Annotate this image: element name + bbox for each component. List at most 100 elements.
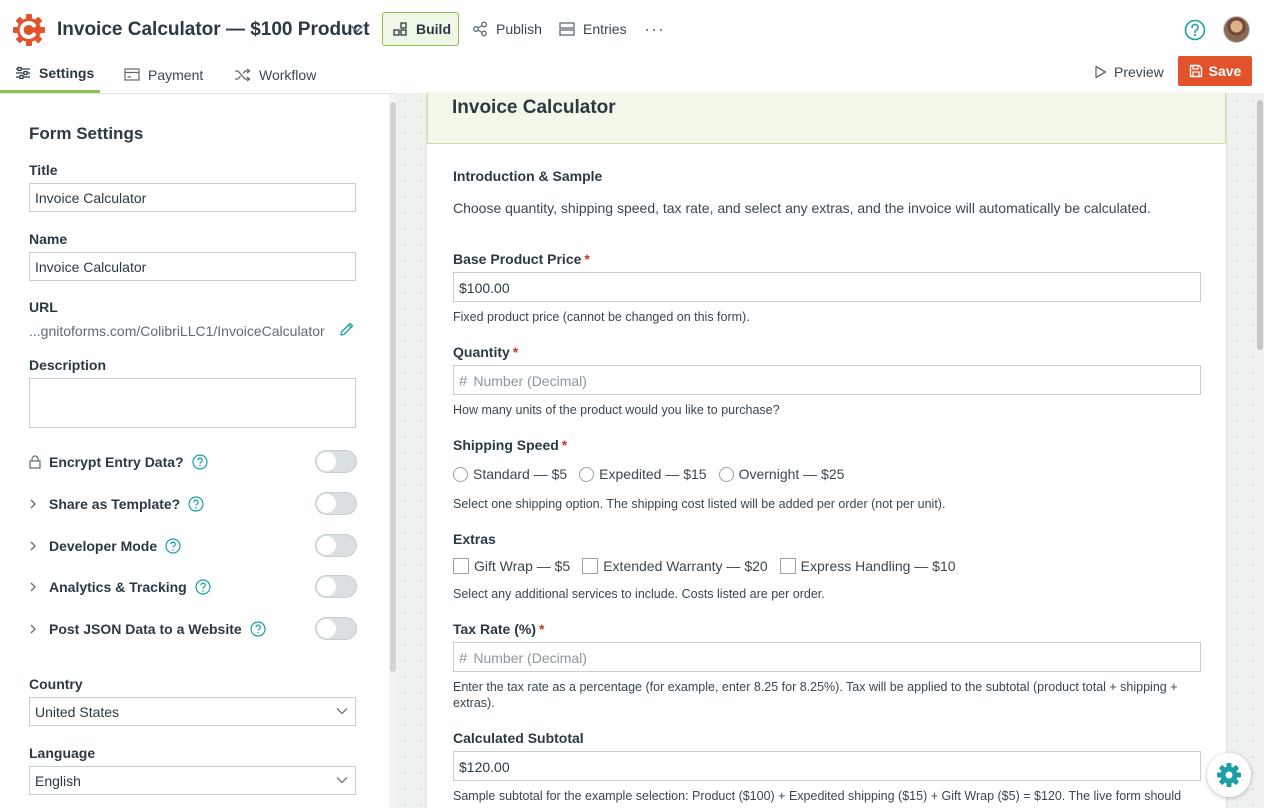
chevron-down-icon: [336, 708, 348, 715]
chevron-right-icon: [30, 582, 36, 592]
option-label: Standard — $5: [473, 466, 568, 482]
shipping-option-overnight[interactable]: Overnight — $25: [718, 466, 844, 482]
title-input[interactable]: Invoice Calculator: [29, 183, 356, 212]
url-value: ...gnitoforms.com/ColibriLLC1/InvoiceCal…: [29, 323, 325, 339]
help-icon[interactable]: [1184, 19, 1206, 41]
quantity-input[interactable]: # Number (Decimal): [453, 365, 1201, 395]
help-icon[interactable]: [188, 496, 204, 512]
description-textarea[interactable]: [29, 378, 356, 428]
language-select[interactable]: English: [29, 766, 356, 795]
cognito-logo-icon[interactable]: [12, 13, 46, 47]
sliders-icon: [16, 66, 30, 80]
encrypt-toggle[interactable]: [315, 450, 357, 473]
required-marker: *: [538, 621, 545, 637]
intro-text: Choose quantity, shipping speed, tax rat…: [453, 200, 1151, 216]
name-input[interactable]: Invoice Calculator: [29, 252, 356, 281]
extra-option-express[interactable]: Express Handling — $10: [779, 558, 956, 574]
option-label: Express Handling — $10: [800, 558, 956, 574]
radio-button[interactable]: [453, 466, 468, 482]
form-title[interactable]: Invoice Calculator: [452, 97, 616, 119]
country-value: United States: [35, 704, 120, 720]
lock-icon: [29, 455, 41, 469]
quantity-label[interactable]: Quantity *: [453, 344, 518, 360]
tab-payment[interactable]: Payment: [124, 56, 203, 93]
subtotal-label[interactable]: Calculated Subtotal: [453, 730, 584, 746]
canvas-scrollbar-thumb[interactable]: [1257, 100, 1263, 350]
shipping-option-standard[interactable]: Standard — $5: [453, 466, 567, 482]
extras-options: Gift Wrap — $5 Extended Warranty — $20 E…: [453, 558, 968, 574]
shipping-label[interactable]: Shipping Speed *: [453, 437, 567, 453]
panel-scrollbar-thumb[interactable]: [390, 102, 396, 672]
tab-workflow[interactable]: Workflow: [234, 56, 316, 93]
entries-tab[interactable]: Entries: [549, 12, 637, 46]
tax-rate-input[interactable]: # Number (Decimal): [453, 642, 1201, 672]
chevron-right-icon: [30, 624, 36, 634]
developer-mode-toggle[interactable]: [315, 534, 357, 557]
base-price-label[interactable]: Base Product Price *: [453, 251, 590, 267]
settings-gear-button[interactable]: [1207, 753, 1251, 797]
base-price-label-text: Base Product Price: [453, 251, 582, 267]
language-value: English: [35, 773, 81, 789]
form-title-header[interactable]: Invoice Calculator — $100 Product: [57, 19, 370, 41]
more-menu-button[interactable]: ···: [634, 12, 675, 46]
help-icon[interactable]: [191, 454, 208, 470]
toggle-row-encrypt: Encrypt Entry Data?: [29, 450, 357, 474]
option-label: Expedited — $15: [599, 466, 707, 482]
extras-label[interactable]: Extras: [453, 531, 496, 547]
name-label: Name: [29, 231, 68, 247]
publish-tab-label: Publish: [496, 21, 542, 37]
toggle-row-analytics[interactable]: Analytics & Tracking: [29, 575, 357, 599]
gear-icon: [1217, 763, 1241, 787]
help-icon[interactable]: [195, 579, 211, 595]
base-price-input[interactable]: $100.00: [453, 272, 1201, 302]
tab-workflow-label: Workflow: [259, 66, 317, 83]
required-marker: *: [561, 437, 568, 453]
publish-tab[interactable]: Publish: [462, 12, 552, 46]
sub-navigation: Settings Payment Workflow Preview Save: [0, 56, 1264, 93]
toggle-label: Developer Mode: [49, 538, 158, 554]
radio-button[interactable]: [579, 466, 595, 482]
tab-settings-label: Settings: [39, 65, 95, 81]
chevron-down-icon[interactable]: [350, 22, 364, 36]
checkbox[interactable]: [453, 558, 469, 574]
extra-option-warranty[interactable]: Extended Warranty — $20: [582, 558, 768, 574]
title-label: Title: [29, 162, 58, 178]
pencil-icon[interactable]: [339, 321, 355, 337]
chevron-right-icon: [30, 499, 36, 509]
post-json-toggle[interactable]: [315, 617, 357, 640]
build-icon: [393, 21, 407, 36]
tax-rate-label[interactable]: Tax Rate (%) *: [453, 621, 544, 637]
help-icon[interactable]: [165, 538, 181, 554]
subtotal-input[interactable]: $120.00: [453, 751, 1201, 781]
toggle-row-developer[interactable]: Developer Mode: [29, 534, 357, 558]
option-label: Extended Warranty — $20: [603, 558, 768, 574]
save-button[interactable]: Save: [1178, 56, 1252, 86]
intro-heading[interactable]: Introduction & Sample: [453, 168, 602, 184]
country-select[interactable]: United States: [29, 697, 356, 726]
toggle-row-template[interactable]: Share as Template?: [29, 492, 357, 516]
preview-button[interactable]: Preview: [1094, 64, 1164, 80]
card-icon: [124, 68, 140, 81]
language-label: Language: [29, 745, 96, 761]
tab-payment-label: Payment: [148, 66, 204, 83]
toggle-label: Analytics & Tracking: [49, 579, 187, 595]
help-icon[interactable]: [250, 621, 266, 637]
chevron-right-icon: [30, 541, 36, 551]
share-template-toggle[interactable]: [315, 492, 357, 515]
analytics-toggle[interactable]: [315, 575, 357, 598]
shipping-option-expedited[interactable]: Expedited — $15: [579, 466, 707, 482]
required-marker: *: [512, 344, 519, 360]
checkbox[interactable]: [779, 558, 796, 574]
checkbox[interactable]: [582, 558, 599, 574]
tab-settings[interactable]: Settings: [0, 56, 100, 93]
toggle-row-json[interactable]: Post JSON Data to a Website: [29, 617, 357, 641]
extra-option-gift-wrap[interactable]: Gift Wrap — $5: [453, 558, 570, 574]
build-tab[interactable]: Build: [382, 12, 459, 46]
tax-rate-label-text: Tax Rate (%): [453, 621, 536, 637]
toggle-label: Share as Template?: [49, 496, 181, 512]
play-icon: [1095, 65, 1107, 79]
list-icon: [559, 22, 575, 36]
radio-button[interactable]: [718, 466, 734, 482]
user-avatar[interactable]: [1223, 16, 1250, 43]
option-label: Gift Wrap — $5: [474, 558, 571, 574]
